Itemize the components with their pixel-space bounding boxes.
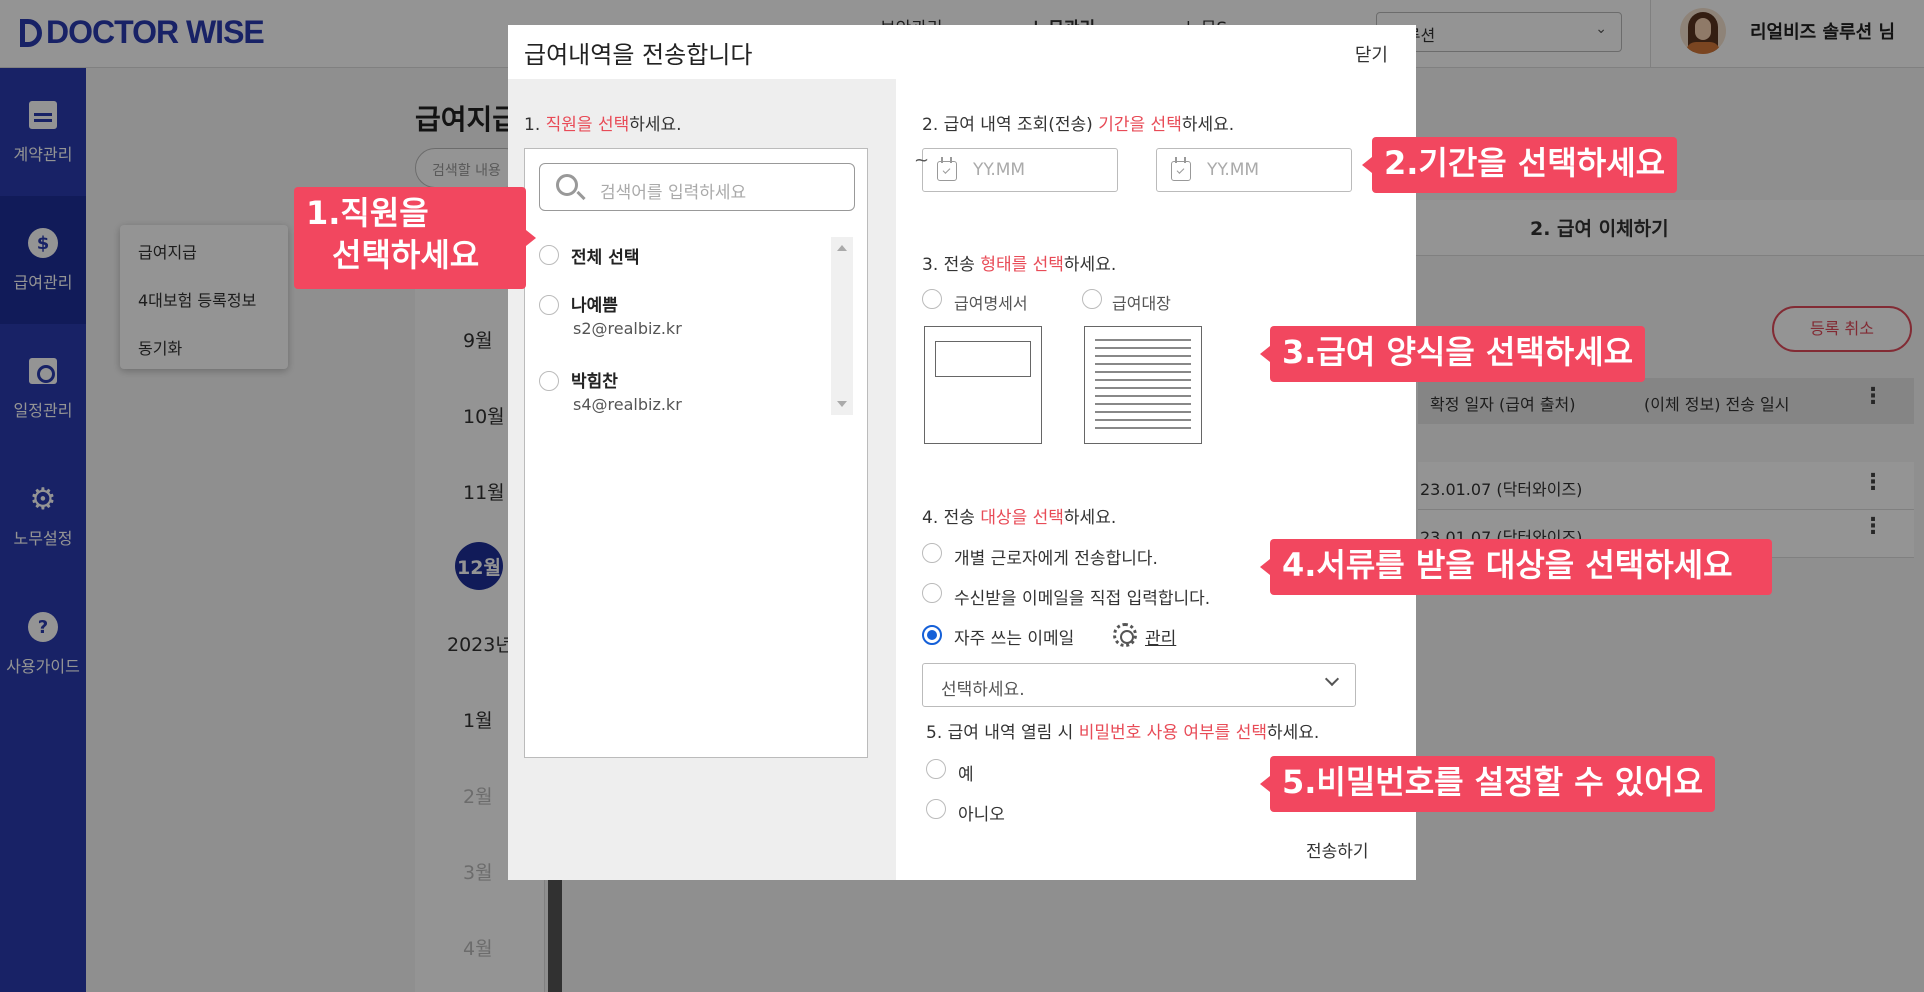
send-button[interactable]: 전송하기 bbox=[1306, 837, 1369, 862]
callout-text: 5.비밀번호를 설정할 수 있어요 bbox=[1282, 763, 1704, 801]
gear-icon[interactable] bbox=[1113, 623, 1137, 647]
date-placeholder: YY.MM bbox=[1207, 160, 1260, 180]
format-payslip-label: 급여명세서 bbox=[954, 294, 1028, 313]
manage-emails-link[interactable]: 관리 bbox=[1145, 624, 1176, 649]
step2-label: 2. 급여 내역 조회(전송) 기간을 선택하세요. bbox=[922, 115, 1235, 135]
callout-text: 1.직원을 bbox=[306, 194, 429, 232]
target-manual-email-radio[interactable] bbox=[922, 583, 942, 603]
callout-select-period: 2.기간을 선택하세요 bbox=[1362, 137, 1678, 193]
callout-text: 4.서류를 받을 대상을 선택하세요 bbox=[1282, 546, 1733, 584]
callout-text: 2.기간을 선택하세요 bbox=[1384, 144, 1666, 182]
format-payslip-radio[interactable] bbox=[922, 289, 942, 309]
password-no-radio[interactable] bbox=[926, 799, 946, 819]
chevron-down-icon bbox=[1324, 671, 1340, 687]
calendar-icon bbox=[937, 157, 957, 181]
employee-radio[interactable] bbox=[539, 371, 559, 391]
callout-text: 선택하세요 bbox=[332, 235, 480, 274]
employee-scrollbar[interactable] bbox=[831, 237, 853, 415]
target-frequent-email-label: 자주 쓰는 이메일 bbox=[954, 629, 1075, 649]
calendar-icon bbox=[1171, 157, 1191, 181]
date-placeholder: YY.MM bbox=[973, 160, 1026, 180]
format-ledger-label: 급여대장 bbox=[1112, 294, 1171, 313]
select-all-label: 전체 선택 bbox=[571, 248, 640, 268]
scroll-down-icon[interactable] bbox=[837, 401, 847, 407]
employee-list-box: 검색어를 입력하세요 전체 선택 나예쁨 s2@realbiz.kr 박힘찬 s… bbox=[524, 148, 868, 758]
select-all-radio[interactable] bbox=[539, 245, 559, 265]
payslip-preview-image[interactable] bbox=[924, 326, 1042, 444]
step1-label: 1. 직원을 선택하세요. bbox=[524, 115, 682, 135]
range-separator: ~ bbox=[914, 150, 930, 171]
modal-title: 급여내역을 전송합니다 bbox=[524, 41, 753, 69]
search-icon bbox=[556, 174, 578, 196]
end-date-input[interactable]: YY.MM bbox=[1156, 148, 1352, 192]
target-manual-email-label: 수신받을 이메일을 직접 입력합니다. bbox=[954, 589, 1211, 609]
step5-label: 5. 급여 내역 열림 시 비밀번호 사용 여부를 선택하세요. bbox=[926, 723, 1320, 743]
callout-select-format: 3.급여 양식을 선택하세요 bbox=[1260, 326, 1646, 382]
employee-name: 박힘찬 bbox=[571, 372, 618, 392]
target-individual-label: 개별 근로자에게 전송합니다. bbox=[954, 549, 1158, 569]
password-no-label: 아니오 bbox=[958, 805, 1005, 825]
employee-email: s2@realbiz.kr bbox=[573, 319, 682, 338]
close-button[interactable]: 닫기 bbox=[1355, 41, 1388, 67]
format-ledger-radio[interactable] bbox=[1082, 289, 1102, 309]
employee-email: s4@realbiz.kr bbox=[573, 395, 682, 414]
search-placeholder: 검색어를 입력하세요 bbox=[600, 183, 747, 203]
email-select-value: 선택하세요. bbox=[941, 680, 1025, 700]
target-frequent-email-radio[interactable] bbox=[922, 625, 942, 645]
password-yes-label: 예 bbox=[958, 765, 974, 785]
frequent-email-select[interactable]: 선택하세요. bbox=[922, 663, 1356, 707]
step4-label: 4. 전송 대상을 선택하세요. bbox=[922, 508, 1117, 528]
password-yes-radio[interactable] bbox=[926, 759, 946, 779]
step3-label: 3. 전송 형태를 선택하세요. bbox=[922, 255, 1117, 275]
callout-set-password: 5.비밀번호를 설정할 수 있어요 bbox=[1260, 756, 1716, 812]
employee-search-input[interactable]: 검색어를 입력하세요 bbox=[539, 163, 855, 211]
callout-select-target: 4.서류를 받을 대상을 선택하세요 bbox=[1260, 539, 1772, 595]
ledger-preview-image[interactable] bbox=[1084, 326, 1202, 444]
target-individual-radio[interactable] bbox=[922, 543, 942, 563]
start-date-input[interactable]: YY.MM bbox=[922, 148, 1118, 192]
employee-radio[interactable] bbox=[539, 295, 559, 315]
modal-header: 급여내역을 전송합니다 닫기 bbox=[508, 25, 1416, 79]
scroll-up-icon[interactable] bbox=[837, 245, 847, 251]
callout-text: 3.급여 양식을 선택하세요 bbox=[1282, 333, 1634, 371]
employee-name: 나예쁨 bbox=[571, 296, 618, 316]
callout-select-employee: 1.직원을 선택하세요 bbox=[294, 187, 536, 289]
